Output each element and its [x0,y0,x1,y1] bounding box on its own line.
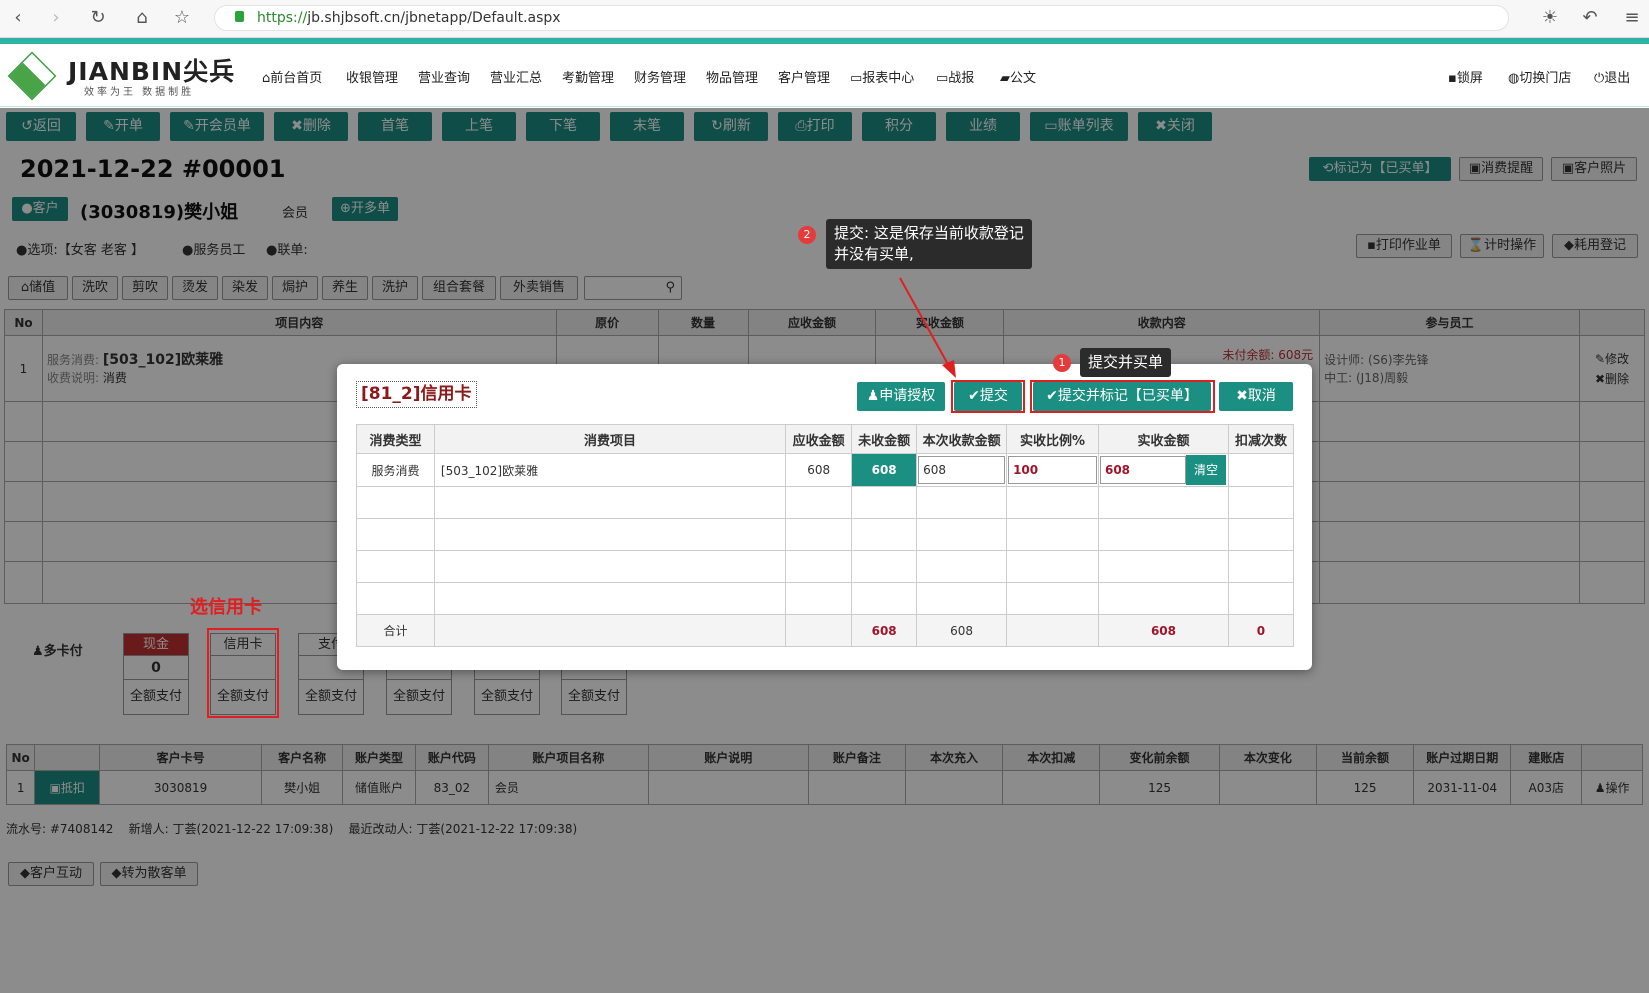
annotation-highlight-submit-mark [1030,380,1215,413]
brightness-icon[interactable]: ☀ [1538,7,1562,29]
url-text: https://jb.shjbsoft.cn/jbnetapp/Default.… [257,10,561,26]
nav-cashier[interactable]: 收银管理 [346,67,398,86]
logo-slogan: 效率为王 数据制胜 [84,87,195,98]
annotation-badge-1: 1 [1053,354,1071,372]
lock-screen-link[interactable]: ▪锁屏 [1448,67,1483,86]
table-row: 服务消费 [503_102]欧莱雅 608 608 608 100 608 清空 [356,453,1295,487]
annotation-highlight-submit [951,380,1025,413]
annotation-choose-card: 选信用卡 [190,597,262,618]
actual-amount-input[interactable]: 608 [1099,456,1186,484]
annotation-arrow [899,277,956,378]
ratio-input[interactable]: 100 [1008,456,1097,484]
nav-business-query[interactable]: 营业查询 [418,67,470,86]
address-bar[interactable]: https://jb.shjbsoft.cn/jbnetapp/Default.… [214,5,1509,31]
star-icon[interactable]: ☆ [170,7,194,29]
switch-store-link[interactable]: ◍切换门店 [1508,67,1571,86]
receive-amount-input[interactable]: 608 [918,456,1006,484]
back-icon[interactable]: ‹ [6,7,30,29]
menu-icon[interactable]: ≡ [1620,7,1644,29]
logout-link[interactable]: ⏻退出 [1594,67,1630,86]
clear-button[interactable]: 清空 [1185,455,1226,485]
nav-finance[interactable]: 财务管理 [634,67,686,86]
annotation-badge-2: 2 [798,226,816,244]
nav-goods[interactable]: 物品管理 [706,67,758,86]
cancel-button[interactable]: ✖取消 [1219,382,1293,411]
nav-home[interactable]: ⌂前台首页 [262,67,322,86]
payment-detail-table: 消费类型 消费项目 应收金额 未收金额 本次收款金额 实收比例% 实收金额 扣减… [356,424,1295,647]
nav-attendance[interactable]: 考勤管理 [562,67,614,86]
nav-battle-report[interactable]: ▭战报 [936,67,974,86]
annotation-tip-submit-pay: 提交并买单 [1080,348,1172,377]
home-icon[interactable]: ⌂ [130,7,154,29]
dialog-title: [81_2]信用卡 [356,381,477,408]
nav-business-summary[interactable]: 营业汇总 [490,67,542,86]
browser-toolbar: ‹ › ↻ ⌂ ☆ https://jb.shjbsoft.cn/jbnetap… [0,0,1649,38]
lock-icon [235,11,244,22]
annotation-highlight-credit-card [207,628,279,718]
nav-customers[interactable]: 客户管理 [778,67,830,86]
undo-icon[interactable]: ↶ [1578,7,1602,29]
total-row: 合计 608 608 608 0 [356,614,1295,647]
nav-documents[interactable]: ▰公文 [1000,67,1036,86]
annotation-tip-submit: 提交: 这是保存当前收款登记 并没有买单, [826,219,1032,269]
nav-reports[interactable]: ▭报表中心 [850,67,914,86]
request-auth-button[interactable]: ♟申请授权 [857,382,945,411]
forward-icon[interactable]: › [44,7,68,29]
reload-icon[interactable]: ↻ [86,7,110,29]
